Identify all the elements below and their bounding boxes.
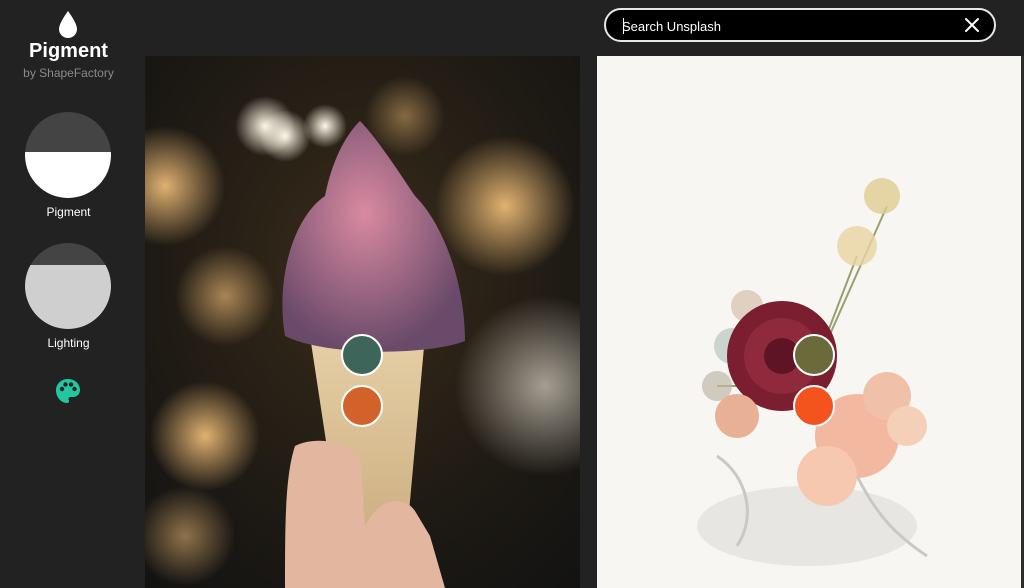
photo-ice-cream[interactable]	[145, 56, 580, 588]
lighting-mode-bottom	[25, 265, 111, 329]
lighting-mode-label: Lighting	[47, 336, 90, 350]
text-caret	[623, 18, 624, 34]
swatch-ice-cream-1[interactable]	[341, 334, 383, 376]
lighting-mode-top	[25, 243, 111, 265]
flowers-image	[597, 56, 1021, 588]
swatch-flowers-1[interactable]	[793, 334, 835, 376]
pigment-mode-button[interactable]	[25, 112, 111, 198]
droplet-logo-icon	[59, 11, 77, 38]
search-input[interactable]	[622, 16, 962, 36]
app-title: Pigment	[29, 40, 108, 62]
palette-icon[interactable]	[54, 377, 82, 405]
close-icon[interactable]	[964, 17, 980, 33]
pigment-mode-bottom	[25, 152, 111, 198]
sidebar: Pigment by ShapeFactory Pigment Lighting	[0, 0, 137, 588]
pigment-mode-top	[25, 112, 111, 152]
search-bar	[604, 8, 996, 42]
ice-cream-image	[145, 56, 580, 588]
swatch-ice-cream-2[interactable]	[341, 385, 383, 427]
swatch-flowers-2[interactable]	[793, 385, 835, 427]
lighting-mode-button[interactable]	[25, 243, 111, 329]
pigment-mode-label: Pigment	[46, 205, 91, 219]
photo-flowers[interactable]	[597, 56, 1021, 588]
app-subtitle: by ShapeFactory	[23, 66, 114, 80]
